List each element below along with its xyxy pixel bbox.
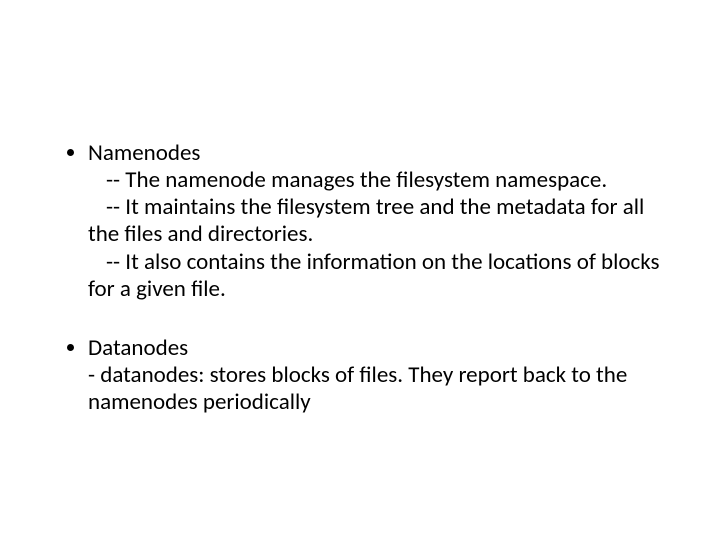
list-item: Datanodes - datanodes: stores blocks of … <box>88 335 660 416</box>
bullet-list: Namenodes -- The namenode manages the fi… <box>60 140 660 416</box>
bullet-sublines: -- The namenode manages the filesystem n… <box>88 167 660 303</box>
slide: Namenodes -- The namenode manages the fi… <box>0 0 720 540</box>
bullet-title: Datanodes <box>88 334 188 362</box>
list-item: Namenodes -- The namenode manages the fi… <box>88 140 660 303</box>
sub-line: - datanodes: stores blocks of files. The… <box>88 362 660 416</box>
bullet-title: Namenodes <box>88 139 200 167</box>
slide-body: Namenodes -- The namenode manages the fi… <box>60 140 660 416</box>
sub-line: -- The namenode manages the filesystem n… <box>88 167 660 194</box>
bullet-sublines: - datanodes: stores blocks of files. The… <box>88 362 660 416</box>
sub-line: -- It also contains the information on t… <box>88 249 660 303</box>
sub-line: -- It maintains the filesystem tree and … <box>88 194 660 248</box>
